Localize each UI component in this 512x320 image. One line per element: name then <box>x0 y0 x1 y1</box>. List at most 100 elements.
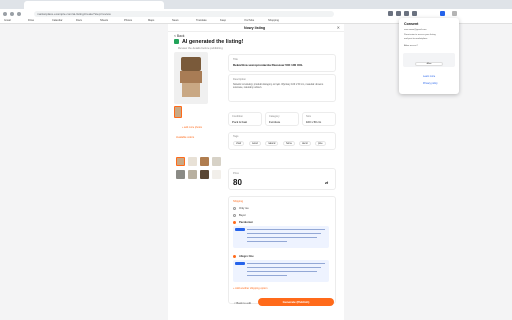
chair-image-part <box>182 83 200 97</box>
shipping-label: Shipping <box>233 200 244 203</box>
bookmark[interactable]: Shopping <box>268 19 279 23</box>
extension-icon[interactable] <box>396 11 401 16</box>
bookmark[interactable]: YouTube <box>244 19 254 23</box>
back-to-edit-link[interactable]: < Back to edit <box>234 301 251 305</box>
bookmark[interactable]: News <box>172 19 179 23</box>
url-field[interactable]: marketplace.example.com/ai-listing/creat… <box>34 11 334 17</box>
listing-panel: Nowy listing ✕ < Back AI generated the l… <box>168 24 344 320</box>
color-swatch[interactable] <box>188 170 197 179</box>
back-icon[interactable] <box>3 12 7 16</box>
option-label: Buyer <box>239 213 246 217</box>
extension-icon[interactable] <box>388 11 393 16</box>
popup-text: and post to marketplace <box>404 38 428 40</box>
bookmark[interactable]: Photos <box>124 19 132 23</box>
color-swatch[interactable] <box>176 170 185 179</box>
privacy-link[interactable]: Privacy policy <box>423 82 438 85</box>
color-swatch[interactable] <box>176 157 185 166</box>
bookmark[interactable]: Translate <box>196 19 207 23</box>
popup-text: user.name@gmail.com <box>404 29 427 31</box>
bookmark[interactable]: Drive <box>28 19 34 23</box>
chair-image-part <box>181 57 201 71</box>
bookmark[interactable]: Calendar <box>52 19 63 23</box>
field-label: Condition <box>232 115 243 118</box>
radio-option[interactable] <box>233 214 236 217</box>
field-value: 100 x 50 cm <box>306 120 322 124</box>
text-line <box>247 263 325 265</box>
price-value[interactable]: 80 <box>233 178 242 187</box>
popup-text: Permission to access your listing <box>404 34 436 36</box>
extension-icon[interactable] <box>440 11 445 16</box>
price-label: Price <box>233 172 239 175</box>
description-card: Description Nowość w kolekcji, produkt d… <box>228 74 336 102</box>
color-swatch[interactable] <box>200 157 209 166</box>
close-icon[interactable]: ✕ <box>337 25 340 30</box>
option-label: Only me <box>239 206 249 210</box>
bookmark[interactable]: Gmail <box>4 19 11 23</box>
shipping-card: Shipping Only me Buyer Paczkomat Allegro… <box>228 196 336 304</box>
image-thumbnail[interactable] <box>174 106 182 118</box>
radio-option[interactable] <box>233 207 236 210</box>
bookmark[interactable]: Docs <box>76 19 82 23</box>
text-line <box>247 241 287 243</box>
title-card: Title Dekoritiva szeroprostarola Rzeszow… <box>228 54 336 72</box>
extension-icon[interactable] <box>412 11 417 16</box>
menu-icon[interactable] <box>452 11 457 16</box>
color-swatch[interactable] <box>188 157 197 166</box>
add-shipping-link[interactable]: + Add another shipping option <box>233 287 267 290</box>
price-card: Price 80 zł <box>228 168 336 190</box>
back-link[interactable]: < Back <box>174 34 184 38</box>
text-line <box>247 267 321 269</box>
text-line <box>247 271 317 273</box>
condition-field[interactable]: Condition Pock & Fast <box>228 112 262 126</box>
tag-chip[interactable]: wood <box>249 141 261 146</box>
radio-option-selected[interactable] <box>233 255 236 258</box>
size-field[interactable]: Size 100 x 50 cm <box>302 112 336 126</box>
color-swatch[interactable] <box>212 170 221 179</box>
text-line <box>247 233 321 235</box>
tag-chip[interactable]: pine <box>315 141 326 146</box>
tags-card: Tags chair wood natural home decor pine <box>228 132 336 150</box>
forward-icon[interactable] <box>10 12 14 16</box>
check-icon <box>174 39 179 45</box>
consent-popup: Consent user.name@gmail.com Permission t… <box>399 18 459 94</box>
active-tab[interactable] <box>24 1 164 9</box>
learn-more-link[interactable]: Learn more <box>423 75 435 78</box>
field-value: Furniture <box>269 120 281 124</box>
tag-chip[interactable]: home <box>283 141 295 146</box>
tag-chip[interactable]: chair <box>233 141 245 146</box>
text-line <box>247 275 287 277</box>
title-label: Title <box>233 58 238 61</box>
color-swatch[interactable] <box>212 157 221 166</box>
field-label: Size <box>306 115 312 118</box>
option-label: Allegro One <box>239 254 254 258</box>
category-field[interactable]: Category Furniture <box>265 112 299 126</box>
shipping-badge <box>235 262 245 265</box>
shipping-details <box>233 226 329 248</box>
shipping-badge <box>235 228 245 231</box>
color-swatch[interactable] <box>200 170 209 179</box>
extension-icon[interactable] <box>404 11 409 16</box>
panel-header: Nowy listing ✕ <box>168 24 344 32</box>
bookmark[interactable]: Keep <box>220 19 226 23</box>
panel-title: Nowy listing <box>244 25 266 30</box>
address-bar: marketplace.example.com/ai-listing/creat… <box>0 9 512 18</box>
description-label: Description <box>233 78 246 81</box>
description-text[interactable]: Nowość w kolekcji, produkt dostępny od r… <box>233 83 333 90</box>
ai-title: AI generated the listing! <box>174 39 243 45</box>
title-value[interactable]: Dekoritiva szeroprostarola Rzeszow VIO 1… <box>233 63 333 67</box>
field-label: Category <box>269 115 280 118</box>
add-photos-link[interactable]: + add more photos <box>182 126 202 129</box>
tag-chip[interactable]: natural <box>265 141 279 146</box>
radio-option-selected[interactable] <box>233 221 236 224</box>
tags-label: Tags <box>233 135 239 138</box>
tab-strip <box>0 0 512 9</box>
option-label: Paczkomat <box>239 220 253 224</box>
allow-button[interactable]: Allow <box>415 62 443 66</box>
text-line <box>247 229 325 231</box>
reload-icon[interactable] <box>17 12 21 16</box>
bookmark[interactable]: Maps <box>148 19 154 23</box>
colors-label: Available colors <box>176 136 195 139</box>
bookmark[interactable]: Sheets <box>100 19 108 23</box>
tag-chip[interactable]: decor <box>299 141 311 146</box>
generate-button[interactable]: Generate (Publish) <box>258 298 334 306</box>
